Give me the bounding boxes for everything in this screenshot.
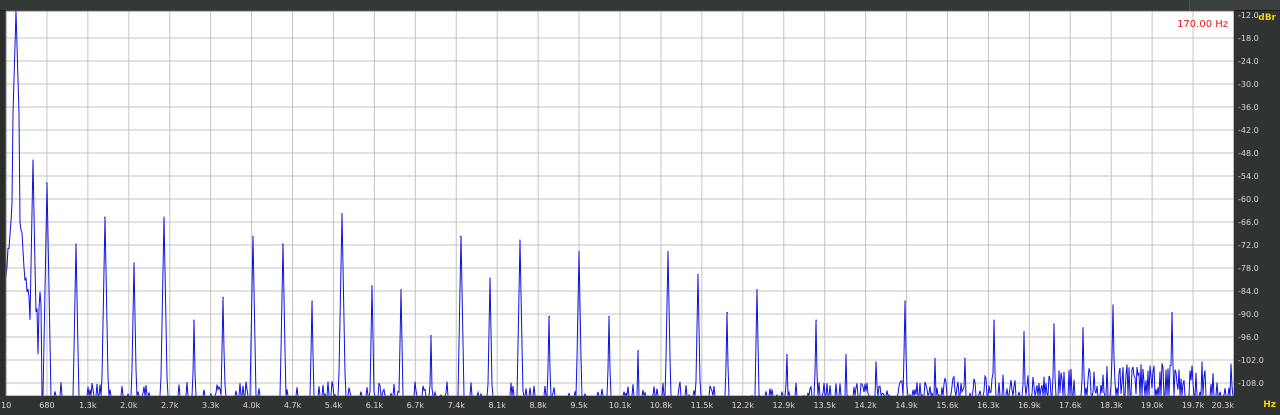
- x-tick-label: 3.3k: [202, 401, 220, 410]
- x-tick-label: 8.8k: [529, 401, 547, 410]
- x-tick-label: 9.5k: [570, 401, 588, 410]
- x-tick-label: 2.0k: [120, 401, 138, 410]
- y-tick-label: -54.0: [1238, 172, 1259, 181]
- x-tick-label: 13.5k: [813, 401, 836, 410]
- spectrum-chart[interactable]: -12.0 -18.0 -24.0 -30.0 -36.0 -42.0 -48.0 -54.0…: [0, 0, 1280, 415]
- y-tick-label: -36.0: [1238, 103, 1259, 112]
- y-tick-label: -102.0: [1238, 356, 1264, 365]
- x-tick-label: 10.8k: [650, 401, 673, 410]
- x-tick-label: 6.1k: [366, 401, 384, 410]
- x-unit-label: Hz: [1263, 400, 1276, 410]
- y-tick-label: -42.0: [1238, 126, 1259, 135]
- x-tick-label: 16.9k: [1018, 401, 1041, 410]
- y-tick-label: -84.0: [1238, 287, 1259, 296]
- x-tick-label: 17.6k: [1059, 401, 1082, 410]
- y-tick-label: -78.0: [1238, 264, 1259, 273]
- x-tick-label: 8.1k: [489, 401, 507, 410]
- x-tick-label: 7.4k: [448, 401, 466, 410]
- x-tick-label: 18.3k: [1100, 401, 1123, 410]
- spectrum-analyzer-window: -12.0 -18.0 -24.0 -30.0 -36.0 -42.0 -48.0 -54.0…: [0, 0, 1280, 415]
- y-tick-label: -12.0: [1238, 11, 1259, 20]
- y-tick-label: -30.0: [1238, 80, 1259, 89]
- x-tick-label: 12.9k: [773, 401, 796, 410]
- y-tick-label: -90.0: [1238, 310, 1259, 319]
- x-tick-label: 11.5k: [691, 401, 714, 410]
- x-tick-label: 10: [1, 401, 11, 410]
- y-tick-label: -108.0: [1238, 379, 1264, 388]
- y-tick-label: -60.0: [1238, 195, 1259, 204]
- y-tick-label: -96.0: [1238, 333, 1259, 342]
- x-tick-label: 12.2k: [732, 401, 755, 410]
- x-tick-label: 4.7k: [284, 401, 302, 410]
- x-tick-label: 4.0k: [243, 401, 261, 410]
- x-tick-label: 19.7k: [1182, 401, 1205, 410]
- x-tick-label: 19.0k: [1141, 401, 1164, 410]
- x-tick-label: 680: [39, 401, 54, 410]
- x-tick-label: 20.3k: [1212, 401, 1235, 410]
- y-tick-label: -66.0: [1238, 218, 1259, 227]
- x-tick-label: 15.6k: [936, 401, 959, 410]
- x-tick-label: 6.7k: [407, 401, 425, 410]
- y-tick-label: -18.0: [1238, 34, 1259, 43]
- cursor-frequency-readout: 170.00 Hz: [1177, 19, 1228, 30]
- x-tick-label: 14.2k: [854, 401, 877, 410]
- x-tick-label: 16.3k: [977, 401, 1000, 410]
- y-tick-label: -24.0: [1238, 57, 1259, 66]
- x-tick-label: 10.1k: [609, 401, 632, 410]
- x-tick-label: 5.4k: [325, 401, 343, 410]
- y-tick-label: -48.0: [1238, 149, 1259, 158]
- y-tick-label: -72.0: [1238, 241, 1259, 250]
- x-tick-label: 2.7k: [161, 401, 179, 410]
- y-unit-label: dBr: [1258, 13, 1276, 23]
- x-axis-strip: [0, 396, 1280, 415]
- x-tick-label: 1.3k: [79, 401, 97, 410]
- x-tick-label: 14.9k: [895, 401, 918, 410]
